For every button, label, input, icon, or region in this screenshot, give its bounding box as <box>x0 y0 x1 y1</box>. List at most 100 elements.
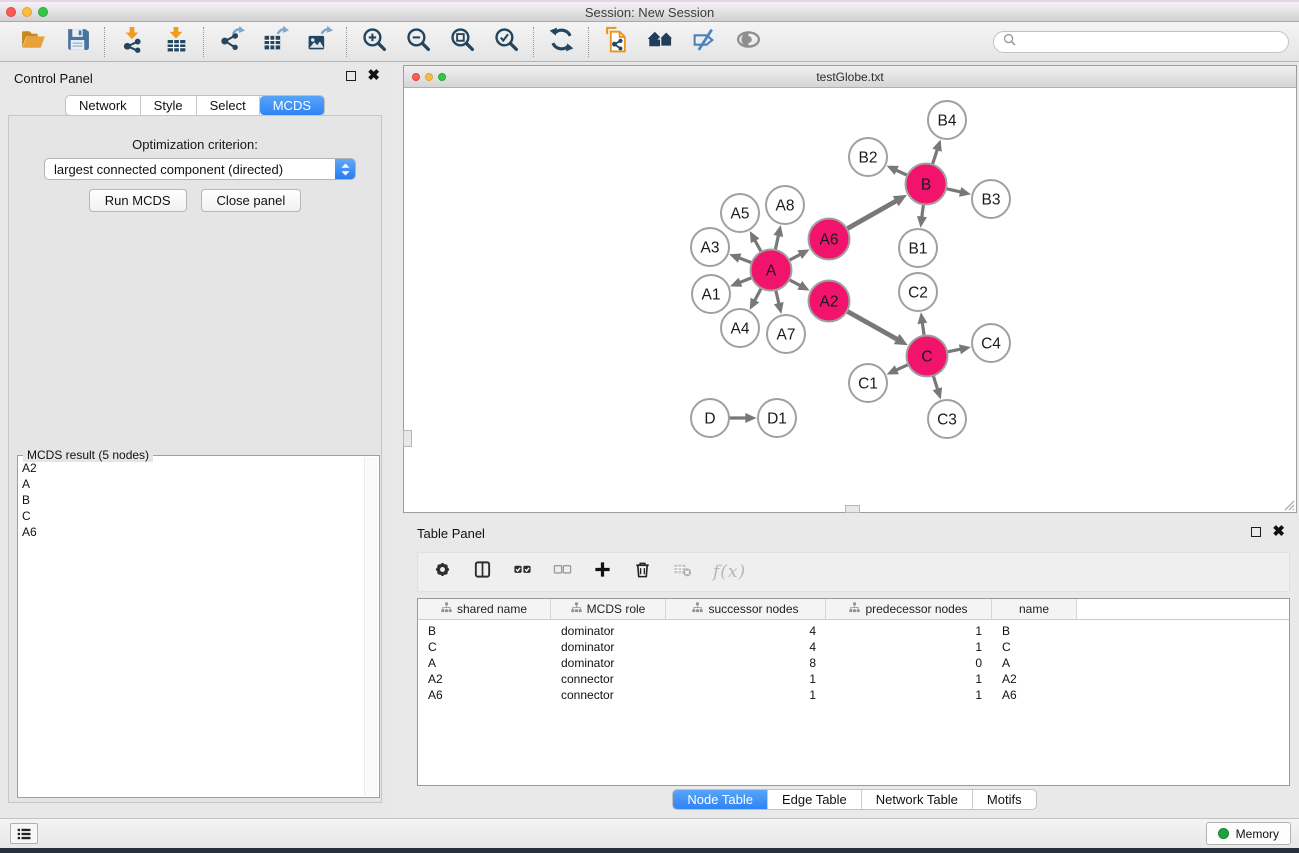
table-row[interactable]: Cdominator41C <box>418 639 1289 655</box>
run-mcds-button[interactable]: Run MCDS <box>89 189 187 212</box>
table-cell[interactable]: 4 <box>666 640 826 654</box>
home-button[interactable] <box>645 27 675 57</box>
table-cell[interactable]: dominator <box>551 640 666 654</box>
add-column-button[interactable] <box>593 560 612 584</box>
close-panel-icon[interactable]: ✖ <box>1272 527 1285 537</box>
result-item[interactable]: B <box>22 492 361 508</box>
float-panel-icon[interactable] <box>1251 527 1261 537</box>
table-header-row: shared nameMCDS rolesuccessor nodesprede… <box>418 599 1289 620</box>
table-cell[interactable]: A <box>418 656 551 670</box>
zoom-fit-button[interactable] <box>447 27 477 57</box>
close-panel-icon[interactable]: ✖ <box>367 71 380 81</box>
memory-button[interactable]: Memory <box>1206 822 1291 845</box>
table-cell[interactable]: 1 <box>666 688 826 702</box>
table-cell[interactable]: 1 <box>826 640 992 654</box>
table-cell[interactable]: 0 <box>826 656 992 670</box>
graph-edge-A6-B[interactable] <box>845 201 897 230</box>
window-resize-grip[interactable] <box>1282 498 1295 511</box>
save-session-button[interactable] <box>62 27 92 57</box>
float-panel-icon[interactable] <box>346 71 356 81</box>
table-cell[interactable]: A6 <box>418 688 551 702</box>
export-network-button[interactable] <box>216 27 246 57</box>
table-cell[interactable]: B <box>992 624 1077 638</box>
criterion-select-value: largest connected component (directed) <box>45 162 335 177</box>
table-cell[interactable]: A2 <box>992 672 1077 686</box>
tab-edge-table[interactable]: Edge Table <box>768 790 862 809</box>
graphics-details-button[interactable] <box>733 27 763 57</box>
optimization-criterion-label: Optimization criterion: <box>9 137 381 152</box>
table-row[interactable]: Adominator80A <box>418 655 1289 671</box>
export-image-button[interactable] <box>304 27 334 57</box>
select-all-button[interactable] <box>513 560 532 584</box>
graph-node-label: C3 <box>937 412 957 429</box>
desktop-background <box>0 848 1299 853</box>
table-cell[interactable]: dominator <box>551 624 666 638</box>
column-header-shared-name[interactable]: shared name <box>418 599 551 619</box>
table-cell[interactable]: 1 <box>826 624 992 638</box>
table-cell[interactable]: connector <box>551 672 666 686</box>
column-header-successor-nodes[interactable]: successor nodes <box>666 599 826 619</box>
table-cell[interactable]: 1 <box>826 672 992 686</box>
status-list-button[interactable] <box>10 823 38 844</box>
network-snapshot-icon <box>603 26 630 58</box>
search-box[interactable] <box>993 31 1289 53</box>
network-canvas[interactable]: B4B2BB3A8A5A6A3B1AC2A1A2A4A7C4CC1DD1C3 <box>404 88 1296 512</box>
table-cell[interactable]: 4 <box>666 624 826 638</box>
table-cell[interactable]: 8 <box>666 656 826 670</box>
table-cell[interactable]: connector <box>551 688 666 702</box>
result-item[interactable]: A <box>22 476 361 492</box>
table-cell[interactable]: A2 <box>418 672 551 686</box>
tab-node-table[interactable]: Node Table <box>673 790 768 809</box>
tab-motifs[interactable]: Motifs <box>973 790 1036 809</box>
table-cell[interactable]: 1 <box>826 688 992 702</box>
search-input[interactable] <box>1021 34 1279 50</box>
table-settings-button[interactable] <box>433 560 452 584</box>
table-row[interactable]: A6connector11A6 <box>418 687 1289 703</box>
table-cell[interactable]: A <box>992 656 1077 670</box>
table-cell[interactable]: C <box>992 640 1077 654</box>
split-view-button[interactable] <box>473 560 492 584</box>
column-header-name[interactable]: name <box>992 599 1077 619</box>
import-table-button[interactable] <box>161 27 191 57</box>
column-header-MCDS-role[interactable]: MCDS role <box>551 599 666 619</box>
attribute-type-icon <box>849 602 860 616</box>
memory-status-icon <box>1218 828 1229 839</box>
zoom-selected-button[interactable] <box>491 27 521 57</box>
deselect-all-button[interactable] <box>553 560 572 584</box>
table-tabs: Node Table Edge Table Network Table Moti… <box>672 789 1036 810</box>
tab-select[interactable]: Select <box>197 96 260 115</box>
tab-mcds[interactable]: MCDS <box>260 96 324 115</box>
result-scrollbar[interactable] <box>364 457 378 796</box>
criterion-select[interactable]: largest connected component (directed) <box>44 158 356 180</box>
tab-network[interactable]: Network <box>66 96 141 115</box>
panel-divider-grip-left[interactable] <box>403 430 412 447</box>
table-cell[interactable]: dominator <box>551 656 666 670</box>
import-network-button[interactable] <box>117 27 147 57</box>
graph-edge-A2-C[interactable] <box>845 310 897 339</box>
tab-network-table[interactable]: Network Table <box>862 790 973 809</box>
tab-style[interactable]: Style <box>141 96 197 115</box>
table-cell[interactable]: B <box>418 624 551 638</box>
result-item[interactable]: C <box>22 508 361 524</box>
result-item[interactable]: A2 <box>22 460 361 476</box>
refresh-button[interactable] <box>546 27 576 57</box>
panel-divider-grip-bottom[interactable] <box>845 505 860 513</box>
result-item[interactable]: A6 <box>22 524 361 540</box>
table-row[interactable]: A2connector11A2 <box>418 671 1289 687</box>
open-file-button[interactable] <box>18 27 48 57</box>
network-window-titlebar[interactable]: testGlobe.txt <box>404 66 1296 88</box>
add-column-icon <box>593 560 612 584</box>
export-table-button[interactable] <box>260 27 290 57</box>
table-cell[interactable]: C <box>418 640 551 654</box>
table-cell[interactable]: A6 <box>992 688 1077 702</box>
network-snapshot-button[interactable] <box>601 27 631 57</box>
zoom-out-button[interactable] <box>403 27 433 57</box>
hide-labels-button[interactable] <box>689 27 719 57</box>
network-graph[interactable]: B4B2BB3A8A5A6A3B1AC2A1A2A4A7C4CC1DD1C3 <box>404 88 1296 512</box>
column-header-predecessor-nodes[interactable]: predecessor nodes <box>826 599 992 619</box>
table-cell[interactable]: 1 <box>666 672 826 686</box>
close-panel-button[interactable]: Close panel <box>201 189 302 212</box>
delete-columns-button[interactable] <box>633 560 652 584</box>
zoom-in-button[interactable] <box>359 27 389 57</box>
table-row[interactable]: Bdominator41B <box>418 623 1289 639</box>
